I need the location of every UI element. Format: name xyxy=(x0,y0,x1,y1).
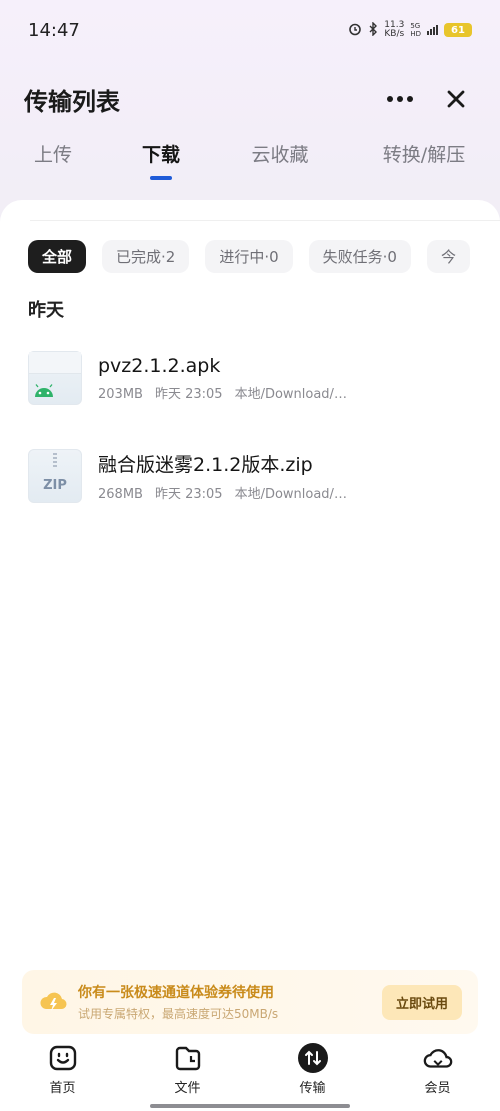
more-options-button[interactable] xyxy=(380,79,420,119)
transfer-arrows-icon xyxy=(297,1042,329,1074)
filter-today[interactable]: 今 xyxy=(426,240,470,273)
page-title: 传输列表 xyxy=(24,87,120,116)
zip-icon-label: ZIP xyxy=(43,478,67,493)
file-row-apk[interactable]: pvz2.1.2.apk 203MB 昨天 23:05 本地/Download/… xyxy=(28,348,468,408)
file-time: 昨天 23:05 xyxy=(154,487,223,502)
bottom-navigation: 首页 文件 传输 会员 xyxy=(0,1040,500,1098)
transfer-tabs: 上传 下载 云收藏 转换/解压 xyxy=(0,140,500,190)
file-path: 本地/Download/… xyxy=(234,487,347,502)
nav-home[interactable]: 首页 xyxy=(23,1042,103,1096)
filter-in-progress[interactable]: 进行中·0 xyxy=(205,240,293,273)
section-title-yesterday: 昨天 xyxy=(28,300,64,321)
filter-completed[interactable]: 已完成·2 xyxy=(102,240,190,273)
nav-label: 传输 xyxy=(299,1081,326,1096)
promo-subtitle: 试用专属特权，最高速度可达50MB/s xyxy=(78,1007,279,1021)
filter-all[interactable]: 全部 xyxy=(28,240,87,273)
file-meta: 203MB 昨天 23:05 本地/Download/… xyxy=(98,383,468,402)
file-time: 昨天 23:05 xyxy=(154,386,223,402)
status-bar: 14:47 11.3 KB/s 5G HD 61 xyxy=(0,0,500,60)
nav-transfer[interactable]: 传输 xyxy=(273,1042,353,1096)
file-size: 203MB xyxy=(98,386,143,402)
file-meta: 268MB 昨天 23:05 本地/Download/… xyxy=(98,483,468,502)
file-size: 268MB xyxy=(98,487,143,502)
file-row-zip[interactable]: ZIP 融合版迷雾2.1.2版本.zip 268MB 昨天 23:05 本地/Dow… xyxy=(28,446,468,506)
home-indicator[interactable] xyxy=(150,1104,350,1108)
tab-label: 下载 xyxy=(141,144,180,166)
tab-cloud-favorites[interactable]: 云收藏 xyxy=(250,140,310,167)
close-icon xyxy=(447,90,465,108)
alarm-icon xyxy=(348,22,362,39)
android-apk-file-icon xyxy=(28,351,82,405)
promo-title: 你有一张极速通道体验券待使用 xyxy=(78,985,274,1001)
filter-failed[interactable]: 失败任务·0 xyxy=(308,240,411,273)
signal-bars-icon xyxy=(427,25,438,35)
folder-icon xyxy=(172,1042,204,1074)
page-header: 传输列表 xyxy=(0,74,500,124)
tab-label: 云收藏 xyxy=(251,144,309,166)
nav-label: 文件 xyxy=(174,1081,201,1096)
network-hd: HD xyxy=(410,30,421,38)
try-now-button[interactable]: 立即试用 xyxy=(381,984,462,1020)
nav-label: 会员 xyxy=(424,1081,451,1096)
tab-label: 转换/解压 xyxy=(382,144,466,166)
speed-voucher-banner[interactable]: 你有一张极速通道体验券待使用 试用专属特权，最高速度可达50MB/s 立即试用 xyxy=(22,970,478,1034)
file-name: 融合版迷雾2.1.2版本.zip xyxy=(98,454,313,476)
status-icons: 11.3 KB/s 5G HD 61 xyxy=(348,21,472,39)
tab-download[interactable]: 下载 xyxy=(141,140,181,180)
zip-file-icon: ZIP xyxy=(28,449,82,503)
tab-convert-extract[interactable]: 转换/解压 xyxy=(378,140,470,167)
status-time: 14:47 xyxy=(28,19,80,41)
divider xyxy=(30,220,500,221)
network-5g: 5G xyxy=(410,22,421,30)
network-speed: 11.3 KB/s xyxy=(384,21,404,39)
active-tab-indicator xyxy=(150,176,172,180)
more-icon xyxy=(387,96,413,102)
nav-membership[interactable]: 会员 xyxy=(398,1042,478,1096)
close-button[interactable] xyxy=(436,79,476,119)
tab-label: 上传 xyxy=(33,144,72,166)
filter-chips: 全部 已完成·2 进行中·0 失败任务·0 今 xyxy=(28,240,470,273)
file-name: pvz2.1.2.apk xyxy=(98,354,221,377)
bluetooth-icon xyxy=(368,20,378,39)
smiley-box-icon xyxy=(47,1042,79,1074)
cloud-icon xyxy=(422,1042,454,1074)
speed-unit: KB/s xyxy=(384,29,405,39)
network-type: 5G HD xyxy=(410,22,421,38)
lightning-cloud-icon xyxy=(40,992,67,1011)
tab-upload[interactable]: 上传 xyxy=(33,140,73,167)
nav-label: 首页 xyxy=(49,1081,76,1096)
nav-files[interactable]: 文件 xyxy=(148,1042,228,1096)
file-path: 本地/Download/… xyxy=(234,386,347,402)
battery-indicator: 61 xyxy=(444,23,472,37)
